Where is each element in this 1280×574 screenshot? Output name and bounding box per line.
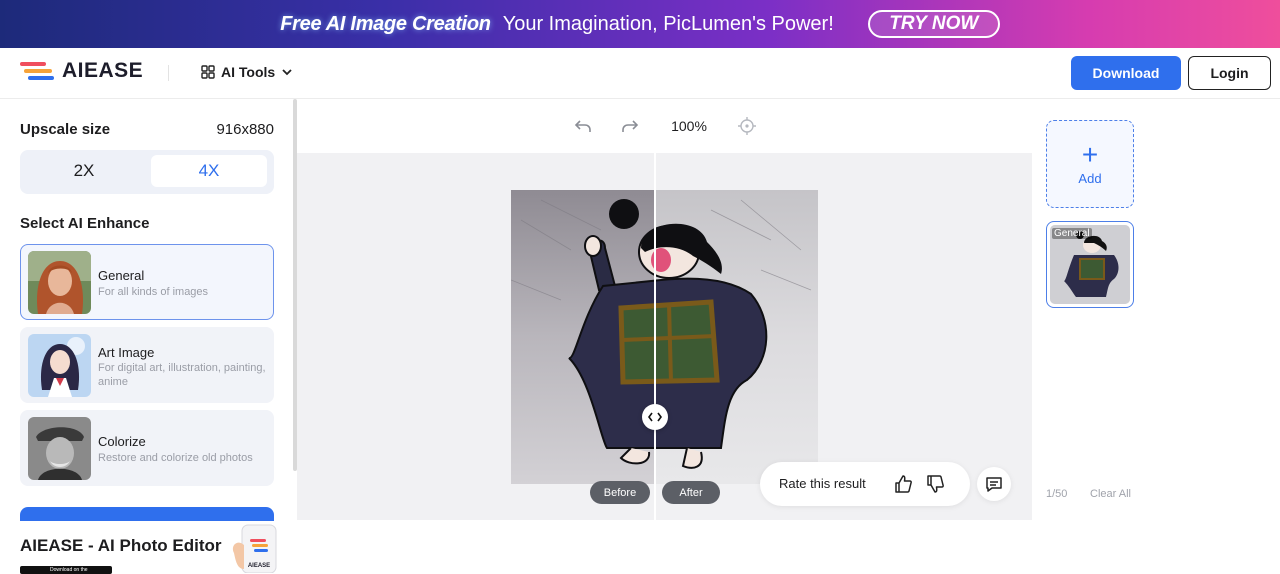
banner-headline: Free AI Image Creation xyxy=(280,12,491,35)
add-label: Add xyxy=(1078,170,1102,186)
rating-widget: Rate this result xyxy=(760,462,970,506)
scale-selector: 2X 4X xyxy=(20,150,274,194)
chevron-down-icon xyxy=(282,69,292,76)
scale-option-4x[interactable]: 4X xyxy=(151,155,267,187)
before-label: Before xyxy=(590,481,650,504)
logo-icon xyxy=(20,59,54,83)
store-badge-label: Download on the xyxy=(50,567,88,573)
feedback-button[interactable] xyxy=(977,467,1011,501)
undo-icon xyxy=(574,120,591,132)
image-list-panel: + Add General 1/50 Clear All xyxy=(1032,99,1280,573)
ai-tools-label: AI Tools xyxy=(221,64,276,80)
header-divider xyxy=(168,65,169,81)
phone-logo-text: AIEASE xyxy=(248,563,270,569)
enhance-section-title: Select AI Enhance xyxy=(20,215,150,232)
upscale-action-button[interactable] xyxy=(20,507,274,521)
rate-label: Rate this result xyxy=(779,476,866,491)
mode-card-colorize[interactable]: Colorize Restore and colorize old photos xyxy=(20,410,274,486)
redo-icon xyxy=(622,120,639,132)
result-thumbnail: General xyxy=(1050,225,1130,304)
mode-title-colorize: Colorize xyxy=(98,434,146,449)
drag-arrows-icon xyxy=(648,412,662,422)
top-header: AIEASE AI Tools Download Login xyxy=(0,48,1280,99)
try-now-button[interactable]: TRY NOW xyxy=(867,10,1000,38)
add-image-button[interactable]: + Add xyxy=(1046,120,1134,208)
scale-option-2x[interactable]: 2X xyxy=(26,155,142,187)
settings-panel: Upscale size 916x880 2X 4X Select AI Enh… xyxy=(0,99,294,574)
mode-title-art-image: Art Image xyxy=(98,345,155,360)
recenter-button[interactable] xyxy=(737,116,757,136)
zoom-level[interactable]: 100% xyxy=(665,116,713,136)
undo-button[interactable] xyxy=(573,116,593,136)
promo-banner[interactable]: Free AI Image Creation Your Imagination,… xyxy=(0,0,1280,48)
general-thumbnail xyxy=(28,251,91,314)
login-button[interactable]: Login xyxy=(1188,56,1271,90)
mode-card-art-image[interactable]: Art Image For digital art, illustration,… xyxy=(20,327,274,403)
image-count: 1/50 xyxy=(1046,488,1068,500)
chat-icon xyxy=(986,477,1002,492)
upscale-size-title: Upscale size xyxy=(20,121,111,138)
editor-toolbar: 100% xyxy=(297,99,1032,153)
thumbs-up-icon[interactable] xyxy=(893,474,913,494)
mode-desc-general: For all kinds of images xyxy=(98,286,209,298)
mode-desc-art-image: For digital art, illustration, painting,… xyxy=(98,362,266,388)
plus-icon: + xyxy=(1081,138,1099,170)
brand-logo[interactable]: AIEASE xyxy=(20,59,143,83)
compare-slider-handle[interactable] xyxy=(642,404,668,430)
grid-icon xyxy=(201,65,215,79)
upscale-size-row: Upscale size 916x880 xyxy=(20,121,274,138)
colorize-thumbnail xyxy=(28,417,91,480)
clear-all-button[interactable]: Clear All xyxy=(1090,488,1131,500)
phone-illustration: AIEASE xyxy=(232,524,277,573)
image-canvas[interactable]: Before After Rate this result xyxy=(297,153,1032,520)
image-thumbnail-item[interactable]: General xyxy=(1046,221,1134,308)
app-promo-title: AIEASE - AI Photo Editor xyxy=(20,536,222,555)
ai-tools-menu[interactable]: AI Tools xyxy=(201,64,293,80)
thumbs-down-icon[interactable] xyxy=(925,474,945,494)
download-button[interactable]: Download xyxy=(1071,56,1181,90)
comparison-divider xyxy=(654,153,656,520)
art-image-thumbnail xyxy=(28,334,91,397)
upscale-size-value: 916x880 xyxy=(216,121,274,138)
thumbnail-tag: General xyxy=(1052,228,1092,239)
brand-name: AIEASE xyxy=(62,59,144,82)
redo-button[interactable] xyxy=(620,116,640,136)
crosshair-icon xyxy=(738,117,756,135)
mode-desc-colorize: Restore and colorize old photos xyxy=(98,452,253,464)
after-label: After xyxy=(662,481,720,504)
banner-tagline: Your Imagination, PicLumen's Power! xyxy=(502,12,834,35)
comparison-image xyxy=(511,190,818,484)
mode-card-general[interactable]: General For all kinds of images xyxy=(20,244,274,320)
mode-title-general: General xyxy=(98,268,145,283)
